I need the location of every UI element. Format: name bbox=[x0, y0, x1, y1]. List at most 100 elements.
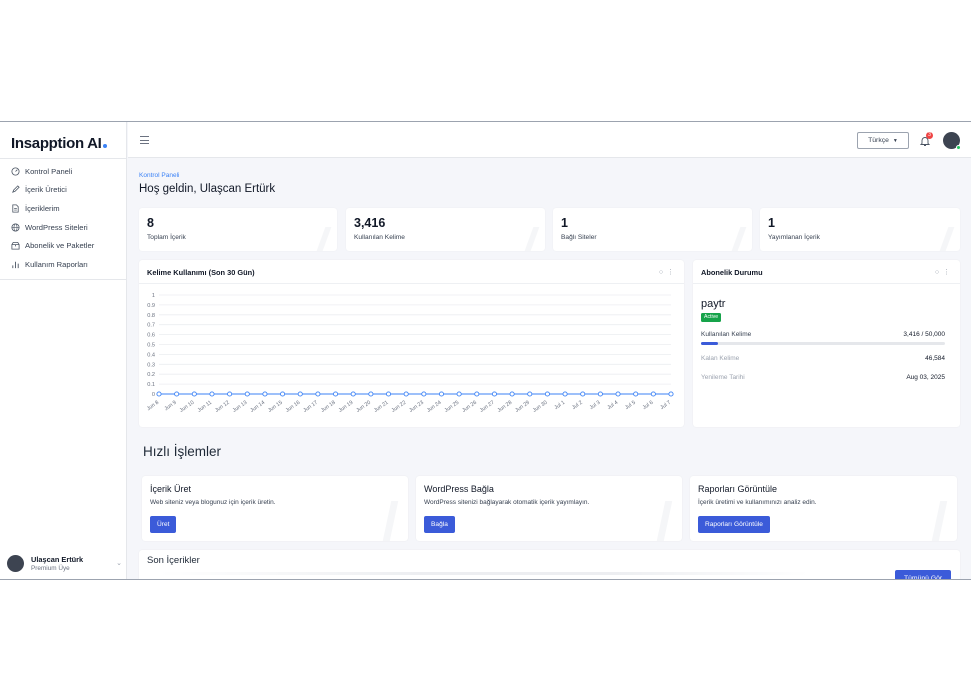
x-tick-label: Jun 24 bbox=[426, 400, 443, 414]
sidebar-item-subscriptions[interactable]: Abonelik ve Paketler bbox=[0, 236, 127, 255]
data-point bbox=[403, 391, 409, 397]
generate-button[interactable]: Üret bbox=[150, 516, 177, 533]
x-tick-label: Jun 30 bbox=[532, 400, 549, 414]
quick-action-title: İçerik Üret bbox=[150, 484, 192, 494]
breadcrumb[interactable]: Kontrol Paneli bbox=[139, 172, 179, 179]
sidebar-item-usage-reports[interactable]: Kullanım Raporları bbox=[0, 255, 127, 274]
data-point bbox=[650, 391, 656, 397]
recent-contents-title: Son İçerikler bbox=[147, 555, 200, 566]
x-tick-label: Jul 6 bbox=[642, 400, 655, 411]
chevron-down-icon[interactable]: ⌄ bbox=[116, 559, 122, 567]
sidebar-item-wordpress-sites[interactable]: WordPress Siteleri bbox=[0, 218, 127, 237]
y-tick-label: 0.5 bbox=[147, 343, 155, 349]
avatar[interactable] bbox=[943, 132, 961, 150]
quick-action-title: WordPress Bağla bbox=[424, 484, 494, 494]
plan-name: paytr bbox=[701, 298, 726, 310]
connect-button[interactable]: Bağla bbox=[424, 516, 455, 533]
card-actions-icon[interactable]: ○ ⋮ bbox=[935, 268, 951, 276]
renewal-date-row: Yenileme Tarihi Aug 03, 2025 bbox=[701, 374, 945, 381]
data-point bbox=[262, 391, 268, 397]
remaining-words-row: Kalan Kelime 46,584 bbox=[701, 355, 945, 362]
x-tick-label: Jul 4 bbox=[606, 400, 619, 411]
view-reports-button[interactable]: Raporları Görüntüle bbox=[698, 516, 770, 533]
sidebar-item-content-generator[interactable]: İçerik Üretici bbox=[0, 181, 127, 200]
x-tick-label: Jun 12 bbox=[214, 400, 231, 414]
data-point bbox=[668, 391, 674, 397]
stat-card-used-words: 3,416 Kullanılan Kelime bbox=[346, 208, 545, 251]
x-tick-label: Jun 23 bbox=[408, 400, 425, 414]
stat-label: Kullanılan Kelime bbox=[354, 234, 405, 241]
y-tick-label: 1 bbox=[152, 293, 155, 299]
usage-progress-bar bbox=[701, 342, 945, 345]
stat-card-published-content: 1 Yayımlanan İçerik bbox=[760, 208, 960, 251]
stat-card-connected-sites: 1 Bağlı Siteler bbox=[553, 208, 752, 251]
x-tick-label: Jun 8 bbox=[146, 400, 160, 412]
card-decoration bbox=[645, 501, 673, 541]
online-status-indicator bbox=[956, 145, 961, 150]
data-point bbox=[333, 391, 339, 397]
sidebar-item-label: İçerik Üretici bbox=[25, 185, 67, 195]
data-point bbox=[297, 391, 303, 397]
logo[interactable]: Insapption AI bbox=[11, 135, 107, 152]
pen-icon bbox=[12, 185, 20, 194]
card-decoration bbox=[715, 227, 747, 251]
y-tick-label: 0 bbox=[152, 392, 155, 398]
data-point bbox=[597, 391, 603, 397]
x-tick-label: Jun 26 bbox=[461, 400, 478, 414]
x-tick-label: Jun 27 bbox=[479, 400, 496, 414]
stat-value: 1 bbox=[768, 216, 775, 230]
used-words-row: Kullanılan Kelime 3,416 / 50,000 bbox=[701, 331, 945, 338]
language-select[interactable]: Türkçe ▼ bbox=[857, 132, 909, 149]
y-tick-label: 0.8 bbox=[147, 313, 155, 319]
sidebar-item-label: Abonelik ve Paketler bbox=[25, 241, 95, 251]
caret-down-icon: ▼ bbox=[892, 137, 898, 144]
quick-action-description: Web siteniz veya blogunuz için içerik ür… bbox=[150, 499, 276, 506]
dashboard-icon bbox=[11, 167, 20, 176]
quick-action-description: İçerik üretimi ve kullanımınızı analiz e… bbox=[698, 499, 817, 506]
x-tick-label: Jun 28 bbox=[497, 400, 514, 414]
y-tick-label: 0.7 bbox=[147, 323, 155, 329]
sidebar-item-my-contents[interactable]: İçeriklerim bbox=[0, 199, 127, 218]
page-title: Hoş geldin, Ulaşcan Ertürk bbox=[139, 183, 276, 195]
user-menu[interactable]: Ulaşcan Ertürk Premium Üye ⌄ bbox=[7, 552, 122, 574]
divider bbox=[0, 158, 127, 159]
quick-action-reports: Raporları Görüntüle İçerik üretimi ve ku… bbox=[690, 476, 957, 541]
y-tick-label: 0.3 bbox=[147, 362, 155, 368]
renewal-date-value: Aug 03, 2025 bbox=[906, 374, 945, 381]
view-all-button[interactable]: Tümünü Gör bbox=[895, 570, 952, 579]
card-header: Abonelik Durumu ○ ⋮ bbox=[693, 260, 960, 284]
quick-action-title: Raporları Görüntüle bbox=[698, 484, 778, 494]
language-label: Türkçe bbox=[868, 137, 889, 144]
menu-toggle-icon[interactable] bbox=[140, 136, 149, 144]
quick-action-description: WordPress sitenizi bağlayarak otomatik i… bbox=[424, 499, 590, 506]
status-badge: Active bbox=[701, 313, 722, 322]
card-decoration bbox=[300, 227, 332, 251]
remaining-words-label: Kalan Kelime bbox=[701, 355, 740, 362]
x-tick-label: Jul 1 bbox=[553, 400, 566, 411]
word-usage-card: Kelime Kullanımı (Son 30 Gün) ○ ⋮ 1 0.9 0.… bbox=[139, 260, 684, 427]
data-point bbox=[456, 391, 462, 397]
used-words-value: 3,416 / 50,000 bbox=[903, 331, 945, 338]
logo-dot bbox=[102, 144, 107, 148]
y-tick-label: 0.9 bbox=[147, 303, 155, 309]
data-point bbox=[174, 391, 180, 397]
data-point bbox=[209, 391, 215, 397]
y-tick-label: 0.2 bbox=[147, 372, 155, 378]
package-icon bbox=[11, 242, 20, 250]
data-point bbox=[244, 391, 250, 397]
y-tick-label: 0.4 bbox=[147, 352, 155, 358]
app-window: Insapption AI Kontrol Paneli İçerik Üret… bbox=[0, 121, 971, 580]
data-point bbox=[580, 391, 586, 397]
card-actions-icon[interactable]: ○ ⋮ bbox=[659, 268, 675, 276]
subscription-card: Abonelik Durumu ○ ⋮ paytr Active Kullanı… bbox=[693, 260, 960, 427]
recent-contents-card: Son İçerikler Tümünü Gör bbox=[139, 550, 960, 579]
sidebar-item-label: İçeriklerim bbox=[25, 203, 60, 213]
sidebar-item-dashboard[interactable]: Kontrol Paneli bbox=[0, 162, 127, 181]
sidebar-item-label: Kontrol Paneli bbox=[25, 166, 73, 176]
x-tick-label: Jun 20 bbox=[355, 400, 372, 414]
data-point bbox=[474, 391, 480, 397]
data-point bbox=[421, 391, 427, 397]
x-tick-label: Jul 5 bbox=[624, 400, 637, 411]
stat-value: 1 bbox=[561, 216, 568, 230]
stat-label: Bağlı Siteler bbox=[561, 234, 597, 241]
